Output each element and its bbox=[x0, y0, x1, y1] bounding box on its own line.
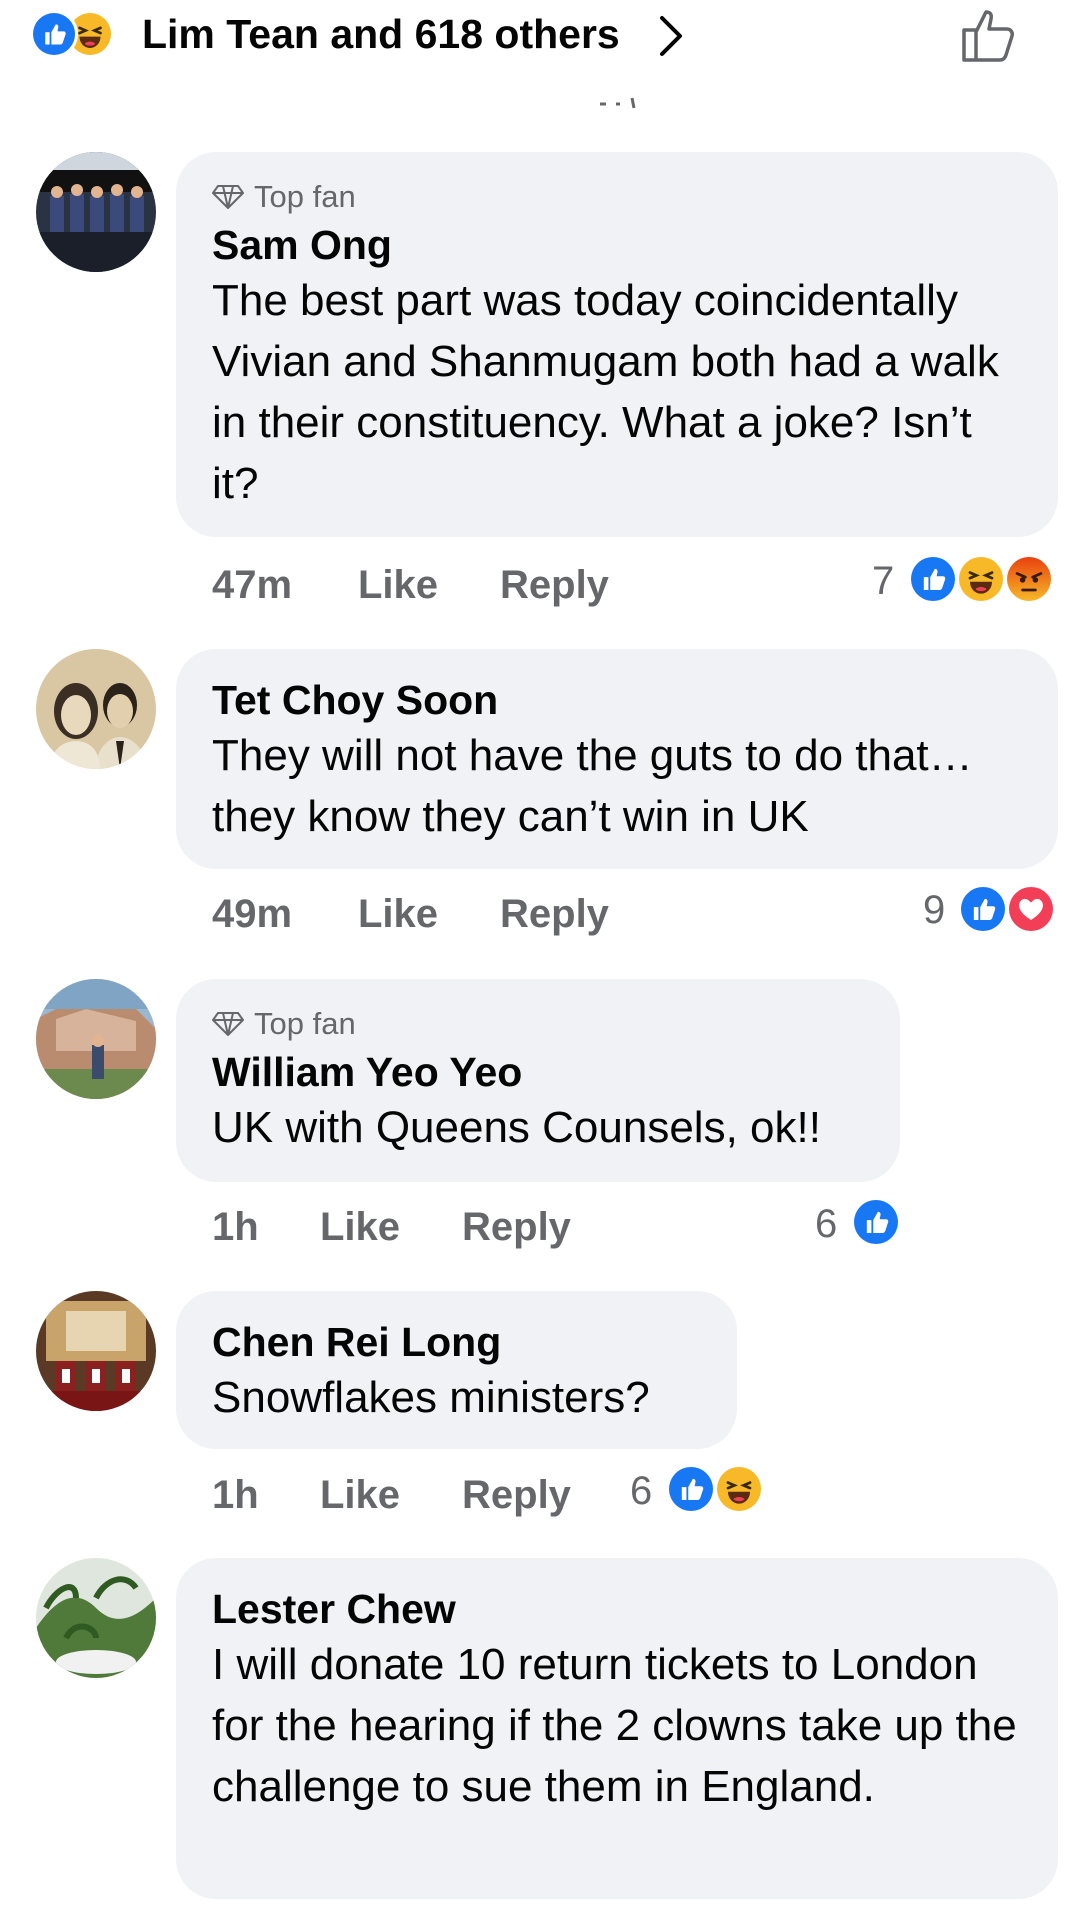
comment-time[interactable]: 47m bbox=[212, 561, 292, 609]
avatar[interactable] bbox=[36, 1291, 156, 1411]
like-icon bbox=[908, 554, 958, 604]
reaction-count[interactable]: 7 bbox=[872, 557, 894, 605]
commenter-name[interactable]: William Yeo Yeo bbox=[212, 1047, 864, 1097]
diamond-icon bbox=[212, 185, 244, 209]
like-icon bbox=[851, 1197, 901, 1247]
comment-text: The best part was today coincidentally V… bbox=[212, 276, 999, 508]
avatar[interactable] bbox=[36, 152, 156, 272]
reaction-count[interactable]: 6 bbox=[630, 1467, 652, 1515]
comment-time[interactable]: 1h bbox=[212, 1203, 259, 1251]
like-button[interactable]: Like bbox=[320, 1471, 400, 1519]
commenter-name[interactable]: Chen Rei Long bbox=[212, 1317, 701, 1367]
comment-time[interactable]: 1h bbox=[212, 1471, 259, 1519]
like-icon bbox=[30, 10, 78, 58]
like-button[interactable]: Like bbox=[320, 1203, 400, 1251]
commenter-name[interactable]: Sam Ong bbox=[212, 220, 1022, 270]
comment-time[interactable]: 49m bbox=[212, 890, 292, 938]
comment-text: Snowflakes ministers? bbox=[212, 1373, 650, 1422]
comment-text: UK with Queens Counsels, ok!! bbox=[212, 1103, 821, 1152]
like-icon bbox=[958, 884, 1008, 934]
reply-button[interactable]: Reply bbox=[500, 890, 609, 938]
reply-button[interactable]: Reply bbox=[462, 1203, 571, 1251]
like-button[interactable]: Like bbox=[358, 890, 438, 938]
reply-button[interactable]: Reply bbox=[500, 561, 609, 609]
top-fan-badge: Top fan bbox=[212, 1005, 864, 1043]
header-reactions bbox=[30, 8, 130, 60]
thumbs-up-icon[interactable] bbox=[958, 2, 1022, 66]
reaction-count[interactable]: 6 bbox=[815, 1200, 837, 1248]
chevron-right-icon[interactable] bbox=[652, 12, 688, 60]
diamond-icon bbox=[212, 1012, 244, 1036]
comment-reactions[interactable] bbox=[958, 884, 1058, 934]
comment-text: I will donate 10 return tickets to Londo… bbox=[212, 1640, 1017, 1811]
love-icon bbox=[1006, 884, 1056, 934]
reply-button[interactable]: Reply bbox=[462, 1471, 571, 1519]
reactions-header[interactable]: Lim Tean and 618 others bbox=[0, 0, 1080, 110]
avatar[interactable] bbox=[36, 979, 156, 1099]
angry-icon bbox=[1004, 554, 1054, 604]
top-fan-badge: Top fan bbox=[212, 178, 1022, 216]
commenter-name[interactable]: Tet Choy Soon bbox=[212, 675, 1022, 725]
haha-icon bbox=[714, 1464, 764, 1514]
comment-bubble[interactable]: Top fan Sam Ong The best part was today … bbox=[176, 152, 1058, 537]
comment-bubble[interactable]: Chen Rei Long Snowflakes ministers? bbox=[176, 1291, 737, 1449]
top-fan-label: Top fan bbox=[254, 1006, 356, 1041]
avatar[interactable] bbox=[36, 1558, 156, 1678]
comment-bubble[interactable]: Lester Chew I will donate 10 return tick… bbox=[176, 1558, 1058, 1899]
reactions-summary[interactable]: Lim Tean and 618 others bbox=[142, 10, 620, 58]
reaction-count[interactable]: 9 bbox=[923, 886, 945, 934]
comment-reactions[interactable] bbox=[908, 554, 1058, 604]
like-button[interactable]: Like bbox=[358, 561, 438, 609]
avatar[interactable] bbox=[36, 649, 156, 769]
comment-bubble[interactable]: Top fan William Yeo Yeo UK with Queens C… bbox=[176, 979, 900, 1182]
like-icon bbox=[666, 1464, 716, 1514]
truncated-text-fragment bbox=[600, 97, 636, 109]
comment-text: They will not have the guts to do that… … bbox=[212, 731, 973, 841]
comment-reactions[interactable] bbox=[851, 1197, 901, 1247]
comment-reactions[interactable] bbox=[666, 1464, 766, 1514]
haha-icon bbox=[956, 554, 1006, 604]
commenter-name[interactable]: Lester Chew bbox=[212, 1584, 1022, 1634]
top-fan-label: Top fan bbox=[254, 179, 356, 214]
comment-bubble[interactable]: Tet Choy Soon They will not have the gut… bbox=[176, 649, 1058, 869]
